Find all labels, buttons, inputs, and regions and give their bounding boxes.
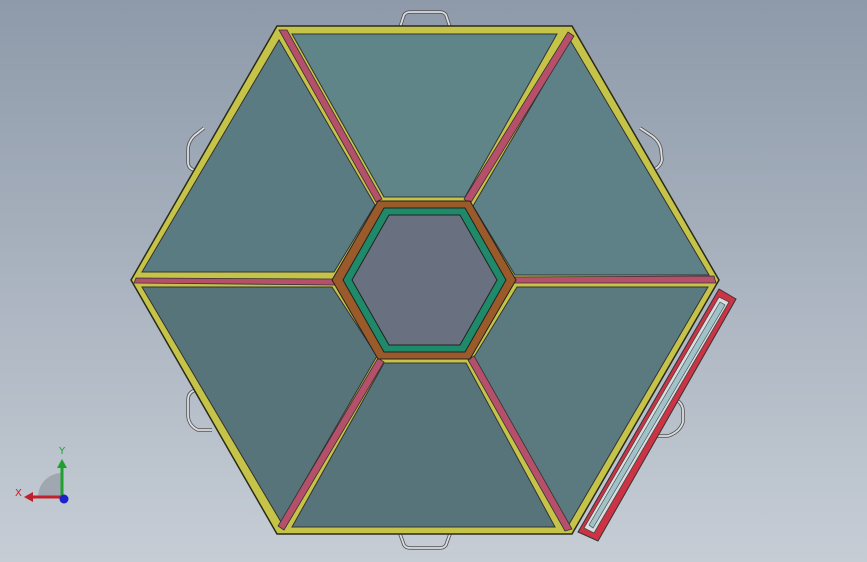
x-axis-label: X	[15, 488, 22, 499]
x-axis-arrow	[24, 492, 33, 502]
coordinate-triad: Y X	[15, 446, 69, 504]
z-axis-dot	[59, 494, 69, 504]
triad-plane	[38, 473, 62, 497]
cad-viewport[interactable]: Y X	[0, 0, 867, 562]
y-axis-arrow	[57, 459, 67, 468]
handle-bottom	[398, 533, 452, 550]
y-axis-label: Y	[58, 446, 66, 457]
hexagon-model[interactable]: Y X	[0, 0, 867, 562]
handle-top	[398, 10, 452, 28]
